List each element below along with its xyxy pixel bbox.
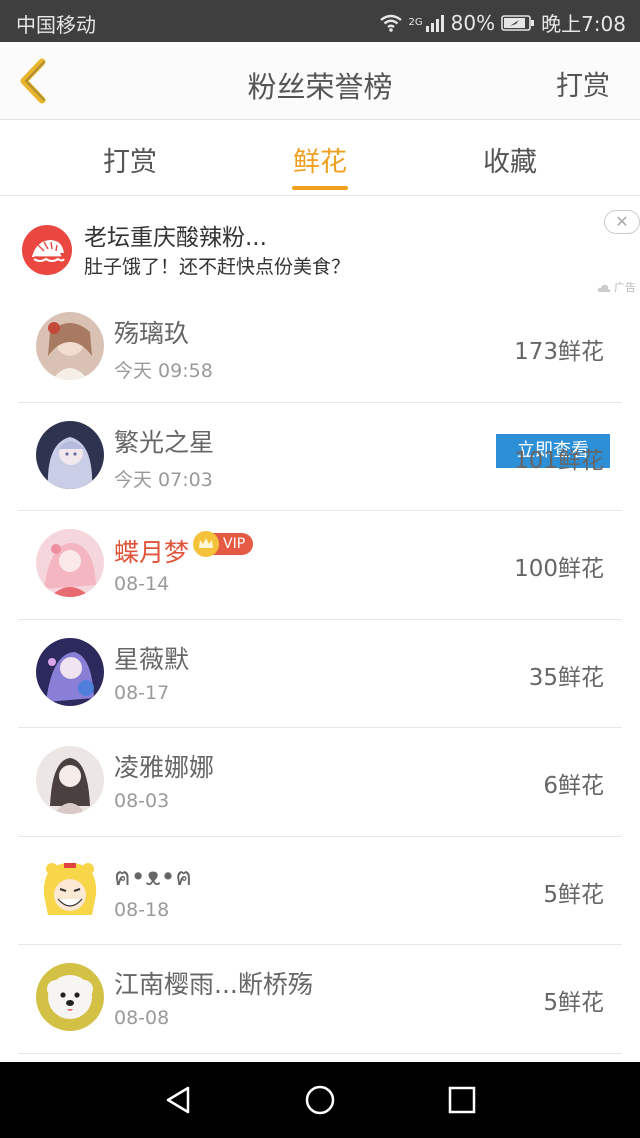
fan-list: 殇璃玖 今天 09:58 173鲜花 繁光之星 今天 07:03 101鲜花 蝶… [18, 294, 622, 1054]
list-item[interactable]: 星薇默 08-17 35鲜花 [18, 620, 622, 728]
reward-button[interactable]: 打赏 [556, 64, 610, 103]
fan-name: 江南樱雨...断桥殇 [114, 970, 313, 999]
triangle-back-icon [166, 1086, 190, 1114]
list-item[interactable]: 繁光之星 今天 07:03 101鲜花 [18, 403, 622, 511]
tab-bar: 打赏 鲜花 收藏 [0, 120, 640, 196]
flower-count: 5鲜花 [543, 881, 604, 908]
avatar[interactable] [36, 529, 104, 597]
fan-name: ฅ•ᴥ•ฅ [114, 861, 193, 891]
avatar-image [36, 312, 104, 380]
fan-date: 08-17 [114, 681, 170, 704]
recents-nav-button[interactable] [444, 1082, 480, 1118]
flower-count: 101鲜花 [514, 447, 604, 474]
fan-date: 今天 09:58 [114, 360, 213, 382]
ad-close-button[interactable]: ✕ [604, 210, 640, 234]
ad-tag: 广告 [597, 279, 636, 295]
header: 粉丝荣誉榜 打赏 [0, 42, 640, 120]
crown-icon [193, 531, 220, 557]
avatar[interactable] [36, 637, 104, 706]
ad-subtitle: 肚子饿了！还不赶快点份美食？ [84, 256, 351, 278]
fan-date: 08-14 [114, 573, 170, 595]
fan-date: 08-08 [114, 1007, 170, 1029]
avatar-image [36, 746, 104, 814]
list-item[interactable]: 蝶月梦 VIP 08-14 100鲜花 [18, 511, 622, 620]
page-title: 粉丝荣誉榜 [247, 70, 393, 104]
network-type-label: 2G [408, 17, 423, 28]
avatar-image [36, 854, 104, 923]
clock: 晚上7:08 [541, 12, 626, 36]
list-item[interactable]: 殇璃玖 今天 09:58 173鲜花 [18, 294, 622, 403]
status-bar: 中国移动 2G 80% 晚上7:08 [0, 0, 640, 42]
fan-name: 凌雅娜娜 [114, 753, 215, 782]
fan-date: 今天 07:03 [114, 468, 213, 491]
avatar[interactable] [36, 746, 104, 814]
cloud-icon [597, 284, 610, 292]
system-nav-bar [0, 1062, 640, 1138]
fan-name: 殇璃玖 [114, 319, 190, 348]
tab-flowers[interactable]: 鲜花 [260, 140, 380, 179]
circle-home-icon [305, 1085, 335, 1115]
avatar-image [36, 420, 104, 489]
avatar-image [36, 637, 104, 706]
carrier-label: 中国移动 [16, 13, 96, 37]
avatar-image [36, 529, 104, 597]
square-recents-icon [448, 1086, 476, 1114]
fan-name: 蝶月梦 VIP [114, 531, 254, 569]
flower-count: 35鲜花 [528, 664, 604, 691]
flower-count: 173鲜花 [514, 339, 604, 365]
status-icons: 2G 80% 晚上7:08 [379, 8, 626, 37]
active-tab-indicator [292, 186, 348, 190]
hedgehog-logo-icon [32, 240, 65, 262]
ad-title: 老坛重庆酸辣粉... [84, 225, 267, 251]
signal-icon [425, 14, 444, 32]
back-nav-button[interactable] [160, 1082, 196, 1118]
fan-name-text: 蝶月梦 [114, 538, 190, 567]
ad-logo [22, 225, 72, 275]
fan-name: 星薇默 [114, 644, 190, 674]
battery-percent: 80% [450, 10, 496, 35]
avatar[interactable] [36, 312, 104, 380]
flower-count: 5鲜花 [543, 990, 604, 1016]
fan-date: 08-03 [114, 790, 170, 812]
home-nav-button[interactable] [302, 1082, 338, 1118]
fan-date: 08-18 [114, 898, 170, 921]
list-item[interactable]: 凌雅娜娜 08-03 6鲜花 [18, 728, 622, 837]
ad-tag-label: 广告 [614, 281, 636, 294]
vip-badge: VIP [193, 531, 254, 557]
list-item[interactable]: 江南樱雨...断桥殇 08-08 5鲜花 [18, 945, 622, 1054]
fan-name: 繁光之星 [114, 427, 215, 457]
avatar[interactable] [36, 854, 104, 923]
ad-banner[interactable]: 老坛重庆酸辣粉... 肚子饿了！还不赶快点份美食？ 立即查看 ✕ 广告 [0, 196, 640, 468]
wifi-icon [379, 14, 402, 32]
battery-icon [501, 14, 535, 31]
tab-favorites[interactable]: 收藏 [450, 140, 570, 179]
avatar[interactable] [36, 420, 104, 489]
tab-reward[interactable]: 打赏 [70, 140, 190, 179]
avatar-image [36, 963, 104, 1031]
flower-count: 6鲜花 [543, 773, 604, 799]
flower-count: 100鲜花 [514, 556, 604, 582]
avatar[interactable] [36, 963, 104, 1031]
list-item[interactable]: ฅ•ᴥ•ฅ 08-18 5鲜花 [18, 837, 622, 945]
